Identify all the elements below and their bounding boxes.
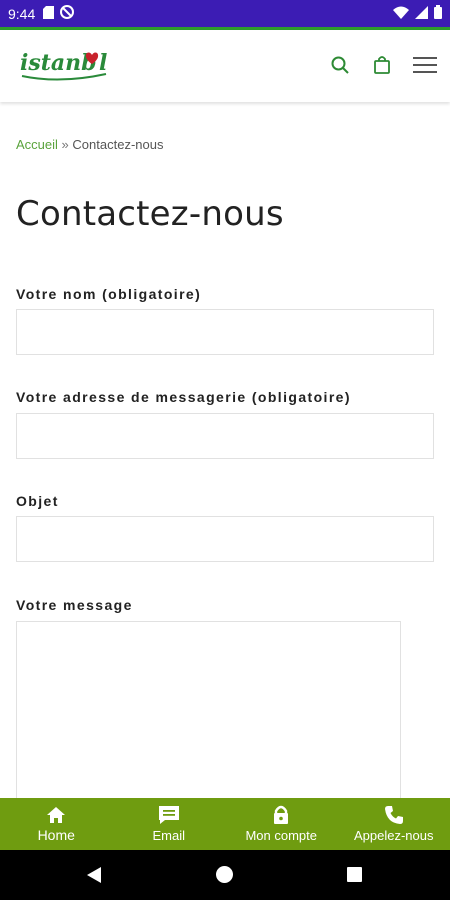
svg-text:istanb: istanb (20, 50, 97, 76)
svg-text:l: l (99, 50, 107, 76)
nav-email-label: Email (152, 828, 185, 843)
message-label: Votre message (16, 597, 133, 613)
subject-label: Objet (16, 493, 59, 509)
search-icon[interactable] (327, 52, 353, 78)
nav-account[interactable]: Mon compte (225, 798, 338, 850)
recents-icon[interactable] (347, 867, 362, 882)
bottom-nav: Home Email Mon compte Appelez-nous (0, 798, 450, 850)
lock-icon (274, 805, 289, 824)
status-bar: 9:44 (0, 0, 450, 27)
shopping-bag-icon[interactable] (369, 52, 395, 78)
nav-call[interactable]: Appelez-nous (338, 798, 450, 850)
home-circle-icon[interactable] (216, 866, 233, 883)
message-textarea[interactable] (16, 621, 401, 811)
page-title: Contactez-nous (16, 194, 284, 234)
nav-call-label: Appelez-nous (354, 828, 434, 843)
nav-email[interactable]: Email (113, 798, 226, 850)
email-icon (158, 806, 179, 824)
nav-account-label: Mon compte (245, 828, 318, 843)
email-field[interactable] (16, 413, 434, 459)
istanbul-logo[interactable]: istanb l (20, 44, 112, 84)
subject-field[interactable] (16, 516, 434, 562)
nav-home-label: Home (37, 826, 75, 843)
phone-icon (384, 806, 403, 824)
back-icon[interactable] (86, 866, 102, 884)
battery-icon (434, 5, 442, 22)
breadcrumb-current: Contactez-nous (72, 137, 164, 152)
nav-home[interactable]: Home (0, 798, 113, 850)
wifi-icon (393, 6, 409, 22)
signal-icon (415, 5, 428, 22)
home-icon (47, 806, 66, 823)
status-time: 9:44 (8, 5, 36, 22)
no-sync-icon (60, 5, 75, 22)
breadcrumb: Accueil » Contactez-nous (16, 137, 163, 152)
menu-icon[interactable] (412, 52, 438, 78)
system-nav-bar (0, 850, 450, 900)
sd-card-icon (43, 5, 55, 22)
email-label: Votre adresse de messagerie (obligatoire… (16, 389, 351, 405)
breadcrumb-separator: » (61, 137, 69, 152)
name-label: Votre nom (obligatoire) (16, 286, 202, 302)
site-header: istanb l (0, 30, 450, 102)
breadcrumb-home-link[interactable]: Accueil (16, 137, 58, 152)
name-field[interactable] (16, 309, 434, 355)
